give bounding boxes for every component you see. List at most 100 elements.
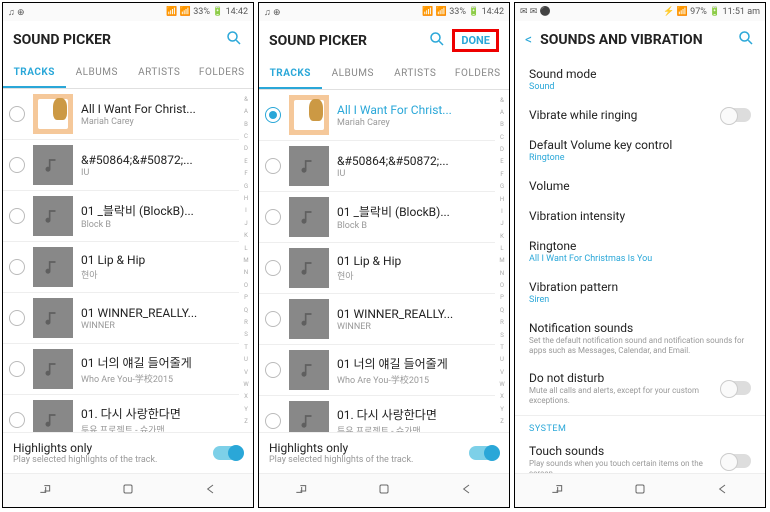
alpha-letter[interactable]: C bbox=[240, 133, 252, 140]
back-chevron-icon[interactable]: < bbox=[525, 32, 532, 48]
alpha-letter[interactable]: I bbox=[496, 208, 508, 215]
alpha-letter[interactable]: J bbox=[240, 220, 252, 227]
alpha-letter[interactable]: Q bbox=[240, 307, 252, 314]
track-row[interactable]: All I Want For Christ...Mariah Carey bbox=[3, 89, 239, 140]
radio-button[interactable] bbox=[9, 106, 25, 122]
track-row[interactable]: 01 Lip & Hip현아 bbox=[3, 242, 239, 293]
alpha-letter[interactable]: R bbox=[496, 319, 508, 326]
alpha-letter[interactable]: L bbox=[496, 245, 508, 252]
alpha-letter[interactable]: G bbox=[240, 183, 252, 190]
alpha-letter[interactable]: V bbox=[240, 369, 252, 376]
alpha-letter[interactable]: O bbox=[240, 282, 252, 289]
alpha-letter[interactable]: & bbox=[240, 96, 252, 103]
home-button[interactable] bbox=[376, 481, 392, 501]
alpha-letter[interactable]: U bbox=[496, 356, 508, 363]
tab-tracks[interactable]: TRACKS bbox=[3, 59, 66, 88]
back-button[interactable] bbox=[459, 481, 475, 501]
radio-button[interactable] bbox=[265, 311, 281, 327]
alpha-letter[interactable]: D bbox=[240, 145, 252, 152]
alpha-letter[interactable]: R bbox=[240, 319, 252, 326]
track-row[interactable]: 01 WINNER_REALLY...WINNER bbox=[3, 293, 239, 344]
track-row[interactable]: 01 _블락비 (BlockB)...Block B bbox=[259, 192, 495, 243]
alpha-letter[interactable]: X bbox=[240, 393, 252, 400]
alpha-index[interactable]: &ABCDEFGHIJKLMNOPQRSTUVWXYZ bbox=[496, 94, 508, 428]
radio-button[interactable] bbox=[265, 209, 281, 225]
radio-button[interactable] bbox=[265, 260, 281, 276]
home-button[interactable] bbox=[120, 481, 136, 501]
track-row[interactable]: 01 너의 얘길 들어줄게Who Are You-学校2015 bbox=[259, 345, 495, 396]
tab-artists[interactable]: ARTISTS bbox=[128, 59, 191, 88]
alpha-letter[interactable]: F bbox=[496, 171, 508, 178]
alpha-letter[interactable]: K bbox=[496, 233, 508, 240]
setting-toggle[interactable] bbox=[721, 108, 751, 122]
search-icon[interactable] bbox=[428, 30, 446, 52]
alpha-letter[interactable]: E bbox=[240, 158, 252, 165]
alpha-letter[interactable]: F bbox=[240, 170, 252, 177]
alpha-letter[interactable]: B bbox=[240, 121, 252, 128]
radio-button[interactable] bbox=[265, 413, 281, 429]
alpha-letter[interactable]: J bbox=[496, 220, 508, 227]
recents-button[interactable] bbox=[549, 481, 565, 501]
alpha-letter[interactable]: Y bbox=[496, 406, 508, 413]
alpha-letter[interactable]: T bbox=[496, 344, 508, 351]
tab-albums[interactable]: ALBUMS bbox=[66, 59, 129, 88]
setting-row[interactable]: Vibrate while ringing bbox=[515, 100, 765, 130]
radio-button[interactable] bbox=[9, 259, 25, 275]
setting-row[interactable]: RingtoneAll I Want For Christmas Is You bbox=[515, 231, 765, 272]
alpha-letter[interactable]: G bbox=[496, 183, 508, 190]
setting-row[interactable]: Vibration patternSiren bbox=[515, 272, 765, 313]
setting-row[interactable]: Volume bbox=[515, 171, 765, 201]
alpha-letter[interactable]: U bbox=[240, 356, 252, 363]
alpha-letter[interactable]: V bbox=[496, 369, 508, 376]
tab-tracks[interactable]: TRACKS bbox=[259, 60, 322, 89]
setting-row[interactable]: Notification soundsSet the default notif… bbox=[515, 313, 765, 363]
setting-toggle[interactable] bbox=[721, 381, 751, 395]
track-row[interactable]: 01 너의 얘길 들어줄게Who Are You-学校2015 bbox=[3, 344, 239, 395]
alpha-letter[interactable]: A bbox=[240, 108, 252, 115]
alpha-letter[interactable]: L bbox=[240, 245, 252, 252]
alpha-letter[interactable]: Y bbox=[240, 406, 252, 413]
setting-row[interactable]: Do not disturbMute all calls and alerts,… bbox=[515, 363, 765, 413]
alpha-letter[interactable]: K bbox=[240, 232, 252, 239]
alpha-letter[interactable]: S bbox=[496, 332, 508, 339]
alpha-letter[interactable]: O bbox=[496, 282, 508, 289]
alpha-letter[interactable]: B bbox=[496, 121, 508, 128]
setting-toggle[interactable] bbox=[721, 454, 751, 468]
alpha-letter[interactable]: C bbox=[496, 134, 508, 141]
alpha-letter[interactable]: M bbox=[240, 257, 252, 264]
track-row[interactable]: 01 _블락비 (BlockB)...Block B bbox=[3, 191, 239, 242]
radio-button[interactable] bbox=[265, 107, 281, 123]
track-row[interactable]: 01. 다시 사랑한다면투유 프로젝트 - 슈가맨 bbox=[3, 395, 239, 432]
highlights-toggle[interactable] bbox=[469, 446, 499, 460]
back-button[interactable] bbox=[715, 481, 731, 501]
recents-button[interactable] bbox=[293, 481, 309, 501]
back-button[interactable] bbox=[203, 481, 219, 501]
radio-button[interactable] bbox=[9, 157, 25, 173]
search-icon[interactable] bbox=[737, 29, 755, 51]
search-icon[interactable] bbox=[225, 29, 243, 51]
alpha-letter[interactable]: H bbox=[240, 195, 252, 202]
tab-folders[interactable]: FOLDERS bbox=[447, 60, 510, 89]
alpha-letter[interactable]: & bbox=[496, 97, 508, 104]
alpha-letter[interactable]: E bbox=[496, 158, 508, 165]
alpha-letter[interactable]: N bbox=[496, 270, 508, 277]
track-row[interactable]: &#50864;&#50872;...IU bbox=[259, 141, 495, 192]
alpha-letter[interactable]: H bbox=[496, 196, 508, 203]
alpha-letter[interactable]: W bbox=[240, 381, 252, 388]
setting-row[interactable]: Vibration intensity bbox=[515, 201, 765, 231]
alpha-letter[interactable]: S bbox=[240, 331, 252, 338]
radio-button[interactable] bbox=[265, 362, 281, 378]
recents-button[interactable] bbox=[37, 481, 53, 501]
alpha-letter[interactable]: Q bbox=[496, 307, 508, 314]
home-button[interactable] bbox=[632, 481, 648, 501]
alpha-letter[interactable]: A bbox=[496, 109, 508, 116]
alpha-letter[interactable]: T bbox=[240, 344, 252, 351]
highlights-toggle[interactable] bbox=[213, 446, 243, 460]
tab-albums[interactable]: ALBUMS bbox=[322, 60, 385, 89]
alpha-letter[interactable]: P bbox=[240, 294, 252, 301]
alpha-letter[interactable]: D bbox=[496, 146, 508, 153]
alpha-letter[interactable]: Z bbox=[496, 418, 508, 425]
alpha-letter[interactable]: I bbox=[240, 207, 252, 214]
alpha-letter[interactable]: W bbox=[496, 381, 508, 388]
tab-folders[interactable]: FOLDERS bbox=[191, 59, 254, 88]
